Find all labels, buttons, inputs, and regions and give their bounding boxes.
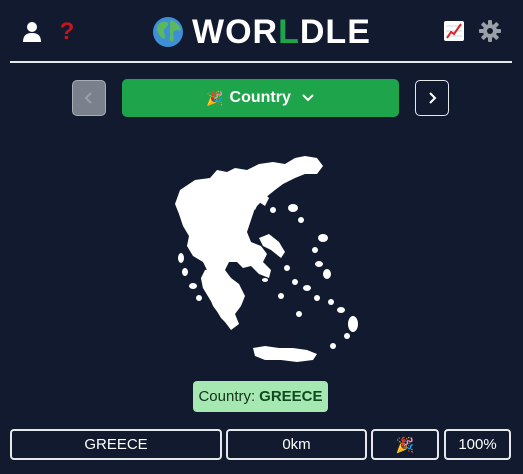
help-icon[interactable]: ?	[56, 18, 78, 46]
app-title: WORLDLE	[152, 12, 371, 52]
next-category-button[interactable]	[415, 80, 449, 116]
guess-distance: 0km	[226, 429, 367, 460]
answer-value: GREECE	[259, 388, 323, 405]
chevron-down-icon	[302, 94, 314, 102]
gear-icon[interactable]	[477, 18, 503, 44]
chevron-right-icon	[429, 92, 437, 104]
guess-proximity: 100%	[444, 429, 511, 460]
stats-icon[interactable]	[442, 19, 466, 43]
chevron-left-icon	[84, 92, 92, 104]
category-label: Country	[229, 89, 291, 106]
answer-badge: Country: GREECE	[193, 381, 328, 412]
worldle-app: ? WORLDLE 🎉 Country Country: GREECE GREE…	[0, 0, 523, 474]
country-silhouette	[175, 156, 358, 362]
previous-category-button[interactable]	[72, 80, 106, 116]
header: ? WORLDLE	[0, 0, 523, 64]
party-popper-icon: 🎉	[206, 89, 224, 106]
guess-country: GREECE	[10, 429, 222, 460]
header-divider	[10, 61, 512, 63]
globe-icon	[153, 17, 183, 47]
category-dropdown[interactable]: 🎉 Country	[122, 79, 399, 117]
user-icon[interactable]	[20, 20, 44, 44]
title-text: WORLDLE	[192, 12, 371, 51]
answer-label: Country:	[198, 388, 256, 405]
guess-direction: 🎉	[371, 429, 439, 460]
